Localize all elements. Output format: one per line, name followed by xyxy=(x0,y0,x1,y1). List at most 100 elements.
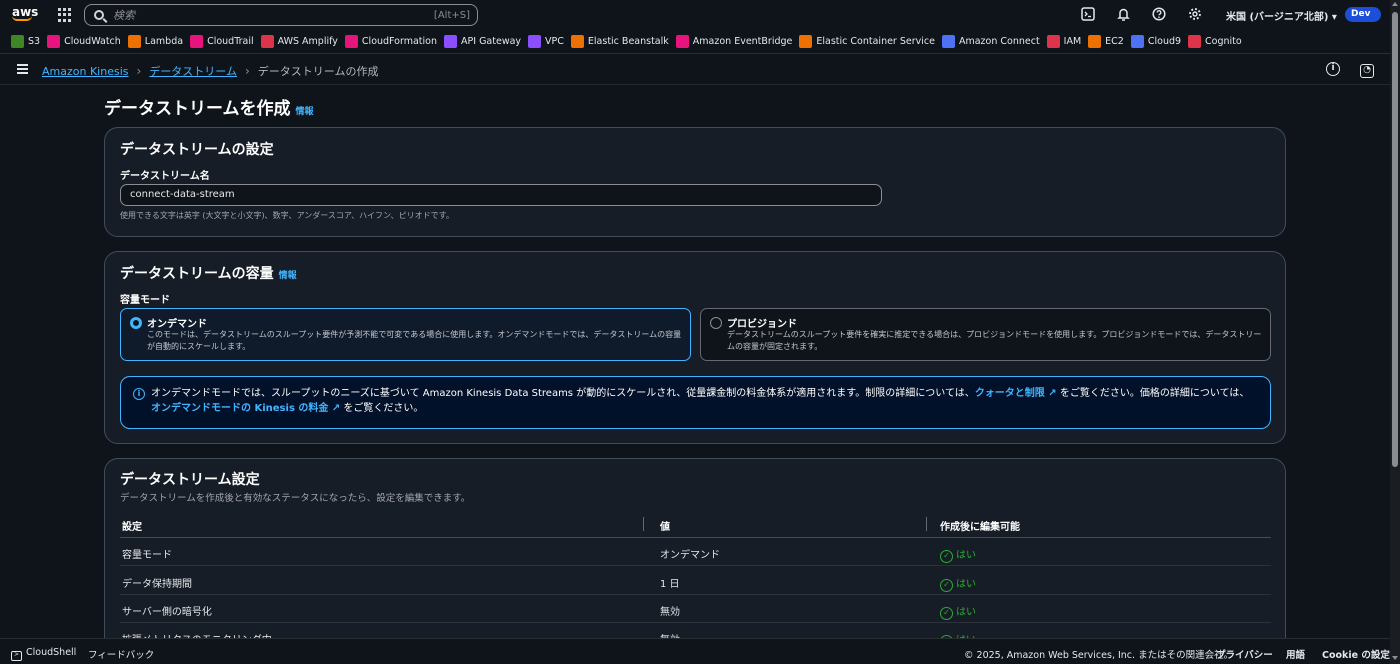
info-icon: i xyxy=(133,388,145,400)
external-link-icon: ↗ xyxy=(1048,388,1057,399)
panel-title: データストリームの設定 xyxy=(120,142,274,158)
service-icon xyxy=(11,35,24,48)
favorite-elastic-container-service[interactable]: Elastic Container Service xyxy=(799,35,935,48)
search-placeholder: 検索 xyxy=(113,9,135,22)
stream-config-panel: データストリームの設定 データストリーム名 connect-data-strea… xyxy=(104,127,1286,237)
service-icon xyxy=(190,35,204,48)
table-row: 容量モード オンデマンド はい xyxy=(120,538,1271,566)
column-header: 値 xyxy=(660,522,670,533)
table-row: データ保持期間 1 日 はい xyxy=(120,567,1271,595)
aws-logo[interactable]: aws xyxy=(12,5,38,25)
check-icon: はい xyxy=(940,546,976,563)
service-icon xyxy=(528,35,542,48)
terms-link[interactable]: 用語 xyxy=(1286,647,1305,661)
option-description: データストリームのスループット要件を確実に推定できる場合は、プロビジョンドモード… xyxy=(727,330,1262,351)
radio-unselected[interactable] xyxy=(710,317,722,329)
cookie-settings-link[interactable]: Cookie の設定 xyxy=(1322,647,1390,661)
region-selector[interactable]: 米国 (バージニア北部) ▾ xyxy=(1226,8,1337,23)
stream-name-input[interactable]: connect-data-stream xyxy=(120,184,882,206)
service-icon xyxy=(47,35,61,48)
account-badge[interactable]: Dev xyxy=(1345,7,1381,22)
favorite-api-gateway[interactable]: API Gateway xyxy=(444,35,521,48)
info-link[interactable]: 情報 xyxy=(279,271,297,281)
search-shortcut: [Alt+S] xyxy=(433,9,470,21)
option-title: オンデマンド xyxy=(147,319,207,330)
favorite-ec2[interactable]: EC2 xyxy=(1088,35,1124,48)
stream-name-hint: 使用できる文字は英字 (大文字と小文字)、数字、アンダースコア、ハイフン、ピリオ… xyxy=(120,211,454,220)
scroll-down-arrow[interactable] xyxy=(1392,656,1398,660)
service-icon xyxy=(260,35,274,48)
bell-icon[interactable] xyxy=(1115,7,1131,23)
scrollbar-thumb[interactable] xyxy=(1392,12,1398,467)
on-demand-option[interactable]: オンデマンド このモードは、データストリームのスループット要件が予測不能で可変で… xyxy=(120,308,691,361)
capacity-mode-label: 容量モード xyxy=(120,295,170,306)
search-input[interactable]: 検索 [Alt+S] xyxy=(84,4,478,26)
service-icon xyxy=(344,35,358,48)
info-alert: i オンデマンドモードでは、スループットのニーズに基づいて Amazon Kin… xyxy=(120,376,1271,429)
chevron-right-icon: › xyxy=(244,64,250,78)
stream-name-label: データストリーム名 xyxy=(120,171,210,182)
favorite-amazon-eventbridge[interactable]: Amazon EventBridge xyxy=(675,35,792,48)
info-icon[interactable]: i xyxy=(1326,62,1340,76)
favorite-cloudformation[interactable]: CloudFormation xyxy=(344,35,437,48)
favorite-vpc[interactable]: VPC xyxy=(528,35,564,48)
scroll-up-arrow[interactable] xyxy=(1392,2,1398,6)
option-description: このモードは、データストリームのスループット要件が予測不能で可変である場合に使用… xyxy=(147,330,682,351)
privacy-link[interactable]: プライバシー xyxy=(1216,647,1273,661)
gear-icon[interactable] xyxy=(1187,7,1203,23)
services-menu-icon[interactable] xyxy=(58,8,72,22)
service-icon xyxy=(127,35,141,48)
radio-selected[interactable] xyxy=(130,317,142,329)
search-icon xyxy=(94,10,104,20)
footer: > CloudShell フィードバック © 2025, Amazon Web S… xyxy=(0,638,1390,664)
favorite-s3[interactable]: S3 xyxy=(11,35,40,48)
quotas-link[interactable]: クォータと制限 ↗ xyxy=(975,388,1057,399)
service-icon xyxy=(444,35,458,48)
pricing-link[interactable]: オンデマンドモードの Kinesis の料金 ↗ xyxy=(151,403,340,414)
settings-panel-icon[interactable]: ◔ xyxy=(1360,64,1374,78)
help-icon[interactable] xyxy=(1151,7,1167,23)
favorite-amazon-connect[interactable]: Amazon Connect xyxy=(941,35,1040,48)
menu-icon[interactable] xyxy=(17,64,28,74)
info-link[interactable]: 情報 xyxy=(296,107,314,117)
favorites-bar: S3 CloudWatch Lambda CloudTrail AWS Amplify C… xyxy=(0,30,1390,54)
favorite-cloud9[interactable]: Cloud9 xyxy=(1130,35,1181,48)
external-link-icon: ↗ xyxy=(331,403,341,414)
breadcrumb-data-streams[interactable]: データストリーム xyxy=(149,63,237,79)
favorite-lambda[interactable]: Lambda xyxy=(127,35,183,48)
table-row: サーバー側の暗号化 無効 はい xyxy=(120,595,1271,623)
breadcrumb-current: データストリームの作成 xyxy=(257,65,379,78)
favorite-iam[interactable]: IAM xyxy=(1046,35,1081,48)
copyright: © 2025, Amazon Web Services, Inc. またはその関… xyxy=(964,650,1234,661)
breadcrumb-kinesis[interactable]: Amazon Kinesis xyxy=(42,65,128,78)
breadcrumb: Amazon Kinesis › データストリーム › データストリームの作成 xyxy=(42,63,378,79)
service-icon xyxy=(1046,35,1060,48)
service-icon xyxy=(1130,35,1144,48)
favorite-cognito[interactable]: Cognito xyxy=(1188,35,1242,48)
service-icon xyxy=(799,35,813,48)
check-icon: はい xyxy=(940,575,976,592)
cloudshell-button[interactable]: > CloudShell xyxy=(11,647,76,661)
service-icon xyxy=(675,35,689,48)
column-header: 作成後に編集可能 xyxy=(940,522,1020,533)
favorite-elastic-beanstalk[interactable]: Elastic Beanstalk xyxy=(570,35,669,48)
favorite-cloudtrail[interactable]: CloudTrail xyxy=(190,35,254,48)
feedback-link[interactable]: フィードバック xyxy=(88,647,154,661)
column-header: 設定 xyxy=(122,522,142,533)
chevron-right-icon: › xyxy=(136,64,142,78)
favorite-cloudwatch[interactable]: CloudWatch xyxy=(47,35,121,48)
cloudshell-icon[interactable] xyxy=(1080,7,1096,23)
check-icon: はい xyxy=(940,603,976,620)
panel-title: データストリームの容量 情報 xyxy=(120,266,297,282)
provisioned-option[interactable]: プロビジョンド データストリームのスループット要件を確実に推定できる場合は、プロ… xyxy=(700,308,1271,361)
service-icon xyxy=(570,35,584,48)
favorite-aws-amplify[interactable]: AWS Amplify xyxy=(260,35,338,48)
panel-title: データストリーム設定 xyxy=(120,472,260,488)
panel-subtitle: データストリームを作成後と有効なステータスになったら、設定を編集できます。 xyxy=(120,493,471,504)
capacity-panel: データストリームの容量 情報 容量モード オンデマンド このモードは、データストリ… xyxy=(104,251,1286,444)
page-title: データストリームを作成 情報 xyxy=(104,99,314,119)
service-icon xyxy=(941,35,955,48)
service-icon xyxy=(1088,35,1102,48)
alert-text: オンデマンドモードでは、スループットのニーズに基づいて Amazon Kines… xyxy=(151,388,1250,414)
option-title: プロビジョンド xyxy=(727,319,797,330)
